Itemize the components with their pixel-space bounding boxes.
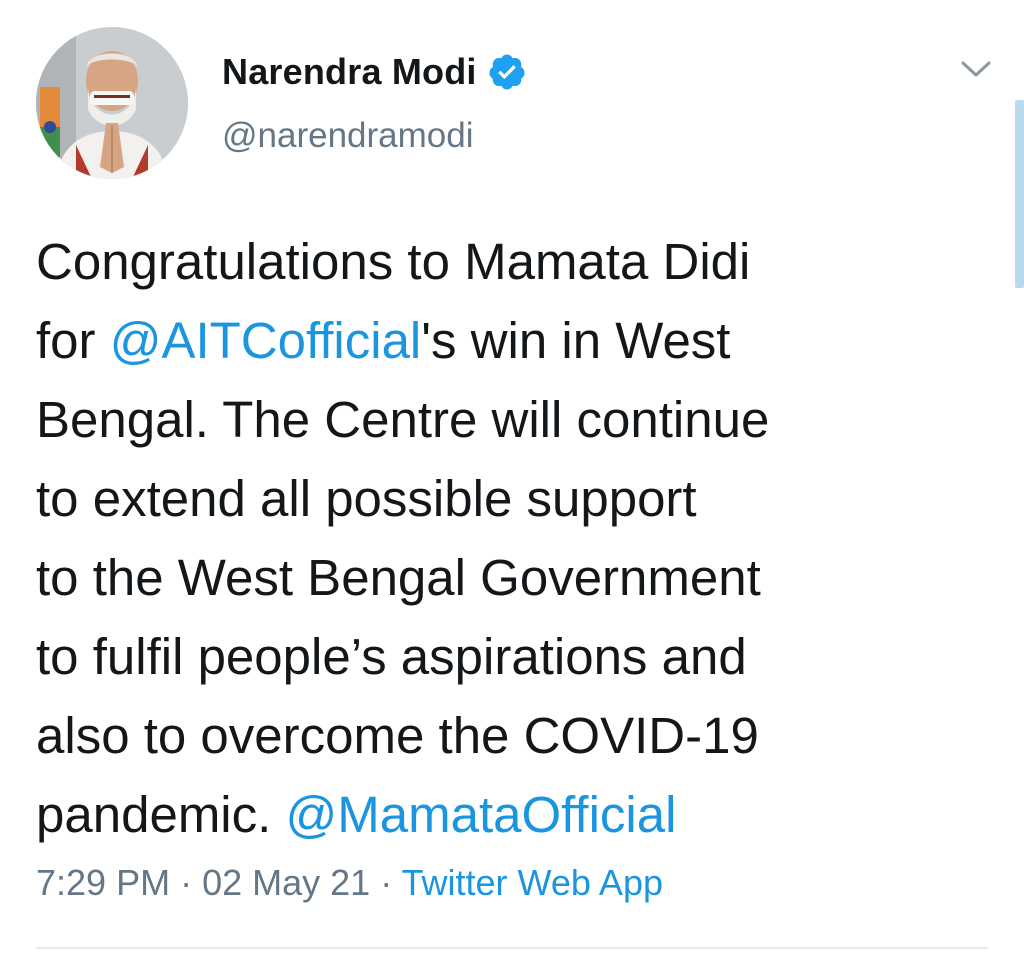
tweet-line-4: to extend all possible support <box>36 470 697 527</box>
divider <box>36 947 988 949</box>
author-display-name[interactable]: Narendra Modi <box>222 51 477 93</box>
mention-link-mamataofficial[interactable]: @MamataOfficial <box>285 786 676 843</box>
author-handle[interactable]: @narendramodi <box>222 116 474 156</box>
tweet-metadata: 7:29 PM · 02 May 21 · Twitter Web App <box>36 862 663 904</box>
tweet-line-5: to the West Bengal Government <box>36 549 761 606</box>
tweet-date[interactable]: 02 May 21 <box>202 862 370 903</box>
tweet-line-8-prefix: pandemic. <box>36 786 286 843</box>
tweet-source-link[interactable]: Twitter Web App <box>402 862 663 903</box>
scrollbar[interactable] <box>1015 100 1024 288</box>
tweet-line-7: also to overcome the COVID-19 <box>36 707 759 764</box>
tweet-line-6: to fulfil people’s aspirations and <box>36 628 747 685</box>
tweet-text: Congratulations to Mamata Didi for @AITC… <box>36 222 996 854</box>
tweet-time[interactable]: 7:29 PM <box>36 862 170 903</box>
author-name-row[interactable]: Narendra Modi <box>222 44 527 100</box>
tweet-line-3: Bengal. The Centre will continue <box>36 391 770 448</box>
profile-photo-icon <box>36 27 188 179</box>
tweet-line-2-suffix: 's win in West <box>421 312 731 369</box>
meta-separator: · <box>170 862 203 903</box>
meta-separator-2: · <box>370 862 402 903</box>
avatar[interactable] <box>36 27 188 179</box>
verified-badge-icon <box>489 54 525 90</box>
tweet-line-1: Congratulations to Mamata Didi <box>36 233 751 290</box>
tweet-line-2-prefix: for <box>36 312 110 369</box>
mention-link-aitcofficial[interactable]: @AITCofficial <box>110 312 422 369</box>
chevron-down-icon[interactable] <box>956 52 996 86</box>
